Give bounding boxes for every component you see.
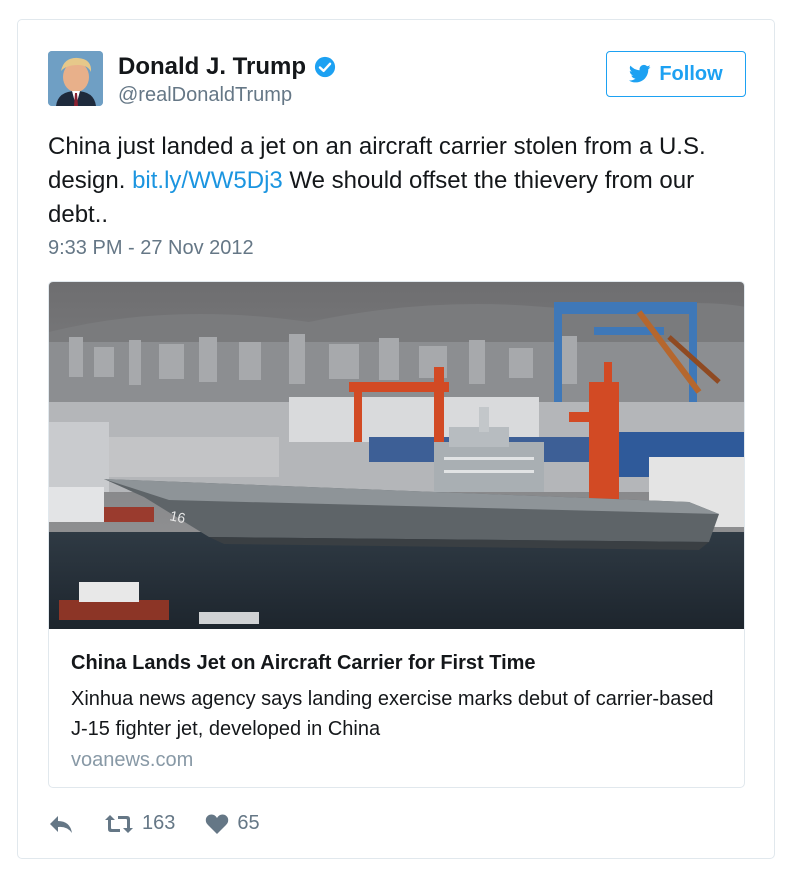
follow-button-label: Follow [659, 62, 723, 85]
like-button[interactable]: 65 [205, 812, 260, 835]
like-count: 65 [237, 812, 260, 834]
tweet-actions: 163 65 [48, 812, 260, 835]
retweet-button[interactable]: 163 [104, 812, 175, 835]
heart-icon [206, 814, 229, 834]
tweet-card: Donald J. Trump @realDonaldTrump Follow … [17, 19, 775, 859]
avatar[interactable] [48, 51, 103, 106]
card-title: China Lands Jet on Aircraft Carrier for … [71, 652, 536, 674]
reply-button[interactable] [48, 813, 74, 835]
card-description: Xinhua news agency says landing exercise… [71, 688, 714, 740]
verified-badge-icon [314, 56, 336, 78]
tweet-text: China just landed a jet on an aircraft c… [48, 130, 748, 232]
tweet-link[interactable]: bit.ly/WW5Dj3 [132, 167, 283, 194]
avatar-image [48, 51, 103, 106]
author-name-row: Donald J. Trump [118, 53, 336, 81]
author-handle[interactable]: @realDonaldTrump [118, 84, 292, 107]
link-preview-card[interactable]: 16 China Lands Jet on Aircraft Carrier f… [48, 281, 745, 788]
reply-icon [50, 815, 72, 833]
author-display-name[interactable]: Donald J. Trump [118, 53, 306, 81]
follow-button[interactable]: Follow [606, 51, 746, 97]
card-domain: voanews.com [71, 749, 194, 771]
retweet-icon [105, 814, 133, 833]
aircraft-carrier-image: 16 [49, 282, 744, 629]
retweet-count: 163 [142, 812, 176, 834]
twitter-bird-icon [629, 64, 651, 83]
tweet-timestamp[interactable]: 9:33 PM - 27 Nov 2012 [48, 237, 254, 260]
